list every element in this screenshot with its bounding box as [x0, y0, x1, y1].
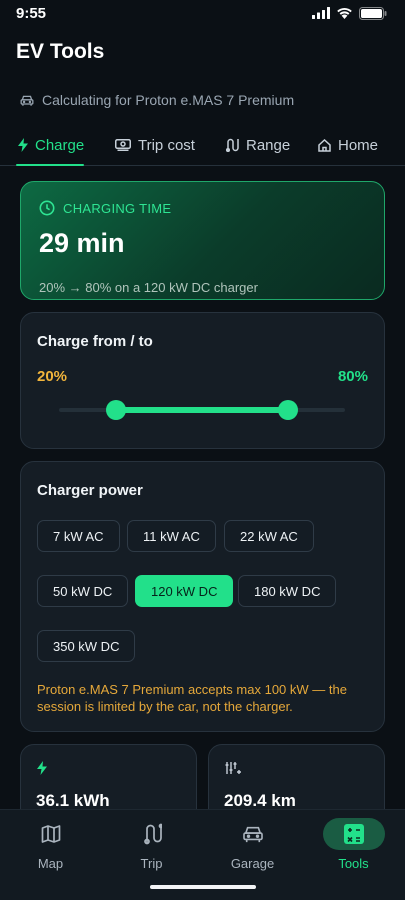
nav-label: Trip — [140, 856, 163, 871]
tab-trip-cost[interactable]: Trip cost — [115, 124, 195, 166]
page-title: EV Tools — [16, 40, 105, 63]
charger-option[interactable]: 350 kW DC — [37, 630, 136, 662]
charger-option[interactable]: 120 kW DC — [135, 575, 234, 607]
range-stat-card: 209.4 km — [208, 744, 385, 809]
charger-option[interactable]: 11 kW AC — [127, 520, 216, 552]
nav-tools[interactable]: Tools — [303, 810, 404, 880]
route-icon — [225, 138, 239, 152]
battery-icon — [359, 6, 387, 20]
charge-to-value: 80% — [337, 368, 368, 385]
charger-power-title: Charger power — [37, 482, 143, 499]
tab-label: Trip cost — [138, 136, 195, 154]
cash-icon — [115, 139, 131, 151]
energy-stat-card: 36.1 kWh — [20, 744, 197, 809]
nav-garage[interactable]: Garage — [202, 810, 303, 880]
bolt-icon — [18, 138, 28, 152]
map-icon — [41, 825, 60, 843]
car-icon — [20, 95, 34, 106]
sliders-icon — [225, 762, 241, 774]
charge-range-card: Charge from / to 20% 80% — [20, 312, 385, 449]
wifi-icon — [337, 7, 352, 19]
charge-range-title: Charge from / to — [37, 333, 153, 350]
car-icon — [242, 826, 263, 843]
vehicle-subtitle: Calculating for Proton e.MAS 7 Premium — [20, 92, 294, 108]
route-icon — [143, 823, 162, 845]
signal-icon — [312, 7, 330, 19]
nav-label: Garage — [230, 856, 275, 871]
charge-range-fill — [116, 407, 288, 413]
tab-label: Range — [246, 136, 291, 154]
tab-label: Charge — [35, 136, 85, 154]
status-icons — [312, 6, 387, 20]
status-time: 9:55 — [16, 4, 47, 22]
charger-option[interactable]: 7 kW AC — [37, 520, 120, 552]
energy-stat-value: 36.1 kWh — [36, 791, 110, 809]
nav-trip[interactable]: Trip — [101, 810, 202, 880]
charging-time-card: CHARGING TIME 29 min 20% → 80% on a 120 … — [20, 181, 385, 300]
calculator-icon — [343, 824, 364, 844]
bolt-icon — [37, 761, 47, 775]
nav-icon-wrap — [322, 818, 385, 850]
charge-from-handle[interactable] — [106, 400, 127, 420]
nav-label: Tools — [338, 856, 369, 871]
subtitle-text: Calculating for Proton e.MAS 7 Premium — [42, 92, 295, 108]
charger-option[interactable]: 180 kW DC — [238, 575, 337, 607]
charger-power-card: Charger power 7 kW AC 11 kW AC 22 kW AC … — [20, 461, 385, 732]
nav-icon-wrap — [20, 818, 82, 850]
range-stat-value: 209.4 km — [224, 791, 296, 809]
nav-map[interactable]: Map — [0, 810, 101, 880]
tab-charge[interactable]: Charge — [18, 124, 84, 166]
tab-label: Home — [338, 136, 379, 154]
charging-time-label: CHARGING TIME — [63, 200, 172, 216]
charger-option[interactable]: 22 kW AC — [224, 520, 314, 552]
tab-range[interactable]: Range — [225, 124, 290, 166]
charging-time-value: 29 min — [39, 228, 125, 258]
tool-tabs: Charge Trip cost Range Home — [0, 124, 405, 166]
charging-time-header: CHARGING TIME — [39, 200, 171, 216]
tools-content[interactable]: CHARGING TIME 29 min 20% → 80% on a 120 … — [0, 166, 405, 809]
nav-icon-wrap — [222, 818, 284, 850]
charge-range-slider[interactable] — [59, 400, 345, 420]
status-bar: 9:55 — [0, 0, 405, 26]
home-indicator — [150, 885, 256, 889]
charge-to-handle[interactable] — [277, 400, 298, 420]
nav-icon-wrap — [121, 818, 183, 850]
charger-limit-note: Proton e.MAS 7 Premium accepts max 100 k… — [37, 682, 347, 714]
clock-icon — [39, 200, 55, 216]
charge-from-value: 20% — [37, 368, 68, 385]
charger-option[interactable]: 50 kW DC — [37, 575, 129, 607]
nav-label: Map — [37, 856, 64, 871]
home-icon — [318, 138, 331, 152]
charging-time-description: 20% → 80% on a 120 kW DC charger — [39, 280, 258, 295]
tab-home[interactable]: Home — [318, 124, 378, 166]
